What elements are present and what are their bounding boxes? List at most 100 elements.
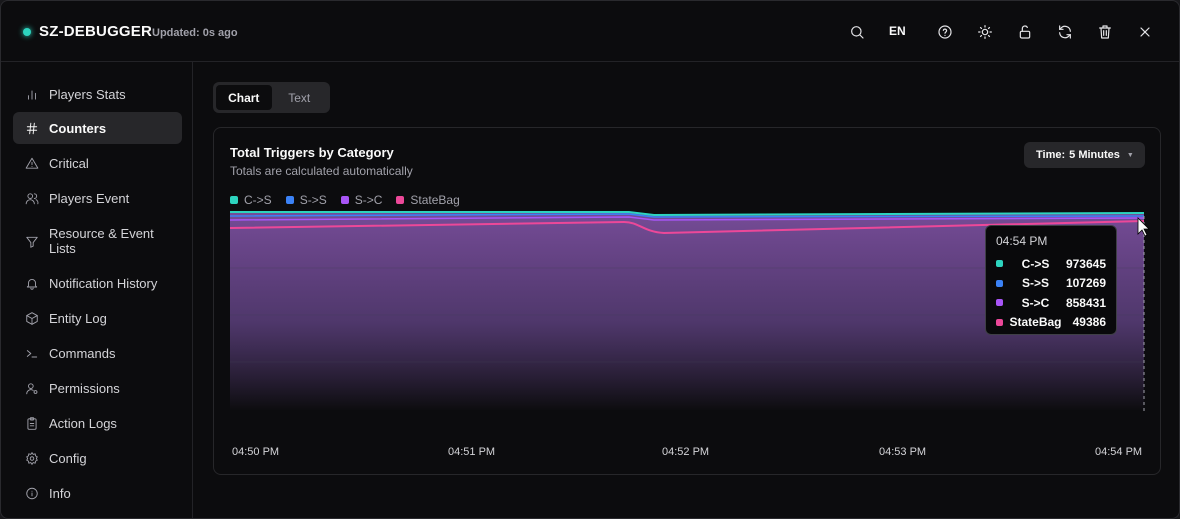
chart-title: Total Triggers by Category	[230, 145, 394, 160]
app-title: SZ-DEBUGGER	[39, 23, 153, 40]
bell-icon	[24, 276, 39, 291]
warning-icon	[24, 156, 39, 171]
sidebar-item-label: Config	[49, 450, 87, 466]
x-tick: 04:51 PM	[448, 446, 495, 458]
sidebar-item-label: Entity Log	[49, 310, 107, 326]
sidebar-item-config[interactable]: Config	[13, 442, 182, 474]
help-icon	[938, 25, 952, 39]
sidebar: Players Stats Counters Critical Players …	[1, 62, 193, 518]
refresh-icon	[1059, 25, 1071, 39]
time-range-select[interactable]: Time: 5 Minutes ▼	[1024, 142, 1145, 168]
x-tick: 04:50 PM	[232, 446, 279, 458]
sidebar-item-notification-history[interactable]: Notification History	[13, 267, 182, 299]
chart-tooltip: 04:54 PM C->S 973645 S->S 107269 S->C 85…	[985, 225, 1117, 335]
sidebar-item-resource-event-lists[interactable]: Resource & Event Lists	[13, 224, 182, 258]
sidebar-item-commands[interactable]: Commands	[13, 337, 182, 369]
clipboard-icon	[24, 416, 39, 431]
legend-label: StateBag	[410, 193, 460, 207]
box-icon	[24, 311, 39, 326]
sidebar-item-counters[interactable]: Counters	[13, 112, 182, 144]
sidebar-item-label: Players Stats	[49, 86, 126, 102]
refresh-button[interactable]	[1052, 19, 1078, 45]
close-button[interactable]	[1132, 19, 1158, 45]
info-icon	[24, 486, 39, 501]
chart-subtitle: Totals are calculated automatically	[230, 164, 413, 178]
legend-item[interactable]: StateBag	[396, 193, 460, 207]
hash-icon	[24, 121, 39, 136]
legend-label: S->S	[299, 193, 327, 207]
tooltip-series-name: StateBag	[1009, 315, 1062, 330]
header: SZ-DEBUGGER Updated: 0s ago EN	[1, 1, 1179, 62]
sidebar-item-entity-log[interactable]: Entity Log	[13, 302, 182, 334]
sidebar-item-info[interactable]: Info	[13, 477, 182, 509]
sun-icon	[978, 25, 992, 39]
chart-legend: C->S S->S S->C StateBag	[230, 193, 474, 207]
sidebar-item-label: Action Logs	[49, 415, 117, 431]
close-icon	[1140, 27, 1150, 37]
tooltip-swatch	[996, 260, 1003, 268]
time-range-label: Time:	[1036, 149, 1066, 161]
search-button[interactable]	[844, 19, 870, 45]
x-tick: 04:54 PM	[1095, 446, 1142, 458]
updated-status: Updated: 0s ago	[152, 27, 238, 39]
chart-card: 04:50 PM 04:51 PM 04:52 PM 04:53 PM 04:5…	[213, 127, 1161, 475]
sidebar-item-permissions[interactable]: Permissions	[13, 372, 182, 404]
sidebar-item-label: Resource & Event Lists	[49, 226, 154, 256]
tooltip-series-value: 858431	[1065, 295, 1106, 310]
x-tick: 04:52 PM	[662, 446, 709, 458]
sidebar-item-label: Counters	[49, 120, 107, 136]
legend-swatch	[396, 196, 405, 204]
sidebar-item-label: Commands	[49, 345, 116, 361]
tooltip-series-name: C->S	[1021, 256, 1050, 271]
terminal-icon	[24, 346, 39, 361]
tooltip-swatch	[996, 279, 1003, 287]
tooltip-row: C->S 973645	[996, 254, 1106, 274]
tab-chart[interactable]: Chart	[216, 85, 272, 110]
tooltip-series-value: 49386	[1072, 315, 1106, 330]
tooltip-series-name: S->S	[1021, 276, 1049, 291]
legend-item[interactable]: S->C	[340, 193, 383, 207]
time-range-value: 5 Minutes	[1069, 149, 1120, 161]
gear-icon	[24, 451, 39, 466]
legend-swatch	[340, 196, 349, 204]
chevron-down-icon: ▼	[1126, 151, 1134, 159]
sidebar-item-label: Notification History	[49, 275, 158, 291]
unlock-icon	[1019, 25, 1031, 39]
sidebar-item-label: Permissions	[49, 380, 120, 396]
legend-item[interactable]: S->S	[285, 193, 327, 207]
help-button[interactable]	[932, 19, 958, 45]
tab-text[interactable]: Text	[272, 85, 328, 110]
status-indicator	[23, 28, 31, 36]
legend-swatch	[285, 196, 294, 204]
sidebar-item-label: Critical	[49, 155, 89, 171]
legend-item[interactable]: C->S	[230, 193, 272, 207]
trash-icon	[1099, 25, 1111, 39]
sidebar-item-label: Players Event	[49, 190, 130, 206]
sidebar-item-players-stats[interactable]: Players Stats	[13, 78, 182, 110]
tooltip-row: S->S 107269	[996, 274, 1106, 294]
filter-icon	[24, 234, 39, 249]
users-icon	[24, 191, 39, 206]
legend-label: S->C	[354, 193, 383, 207]
lock-button[interactable]	[1012, 19, 1038, 45]
delete-button[interactable]	[1092, 19, 1118, 45]
bar-chart-icon	[24, 87, 39, 102]
app-window: SZ-DEBUGGER Updated: 0s ago EN Players S…	[0, 0, 1180, 519]
language-button[interactable]: EN	[889, 24, 906, 38]
user-cog-icon	[24, 381, 39, 396]
tooltip-row: S->C 858431	[996, 293, 1106, 313]
sidebar-item-critical[interactable]: Critical	[13, 147, 182, 179]
tooltip-series-name: S->C	[1021, 295, 1050, 310]
search-icon	[851, 26, 864, 39]
tooltip-series-value: 973645	[1065, 256, 1106, 271]
theme-button[interactable]	[972, 19, 998, 45]
tooltip-time: 04:54 PM	[996, 234, 1048, 248]
sidebar-item-players-event[interactable]: Players Event	[13, 182, 182, 214]
sidebar-item-action-logs[interactable]: Action Logs	[13, 407, 182, 439]
x-tick: 04:53 PM	[879, 446, 926, 458]
legend-label: C->S	[244, 193, 272, 207]
view-tabs: Chart Text	[213, 82, 330, 113]
sidebar-item-label: Info	[49, 485, 71, 501]
tooltip-row: StateBag 49386	[996, 313, 1106, 333]
tooltip-swatch	[996, 318, 1003, 326]
